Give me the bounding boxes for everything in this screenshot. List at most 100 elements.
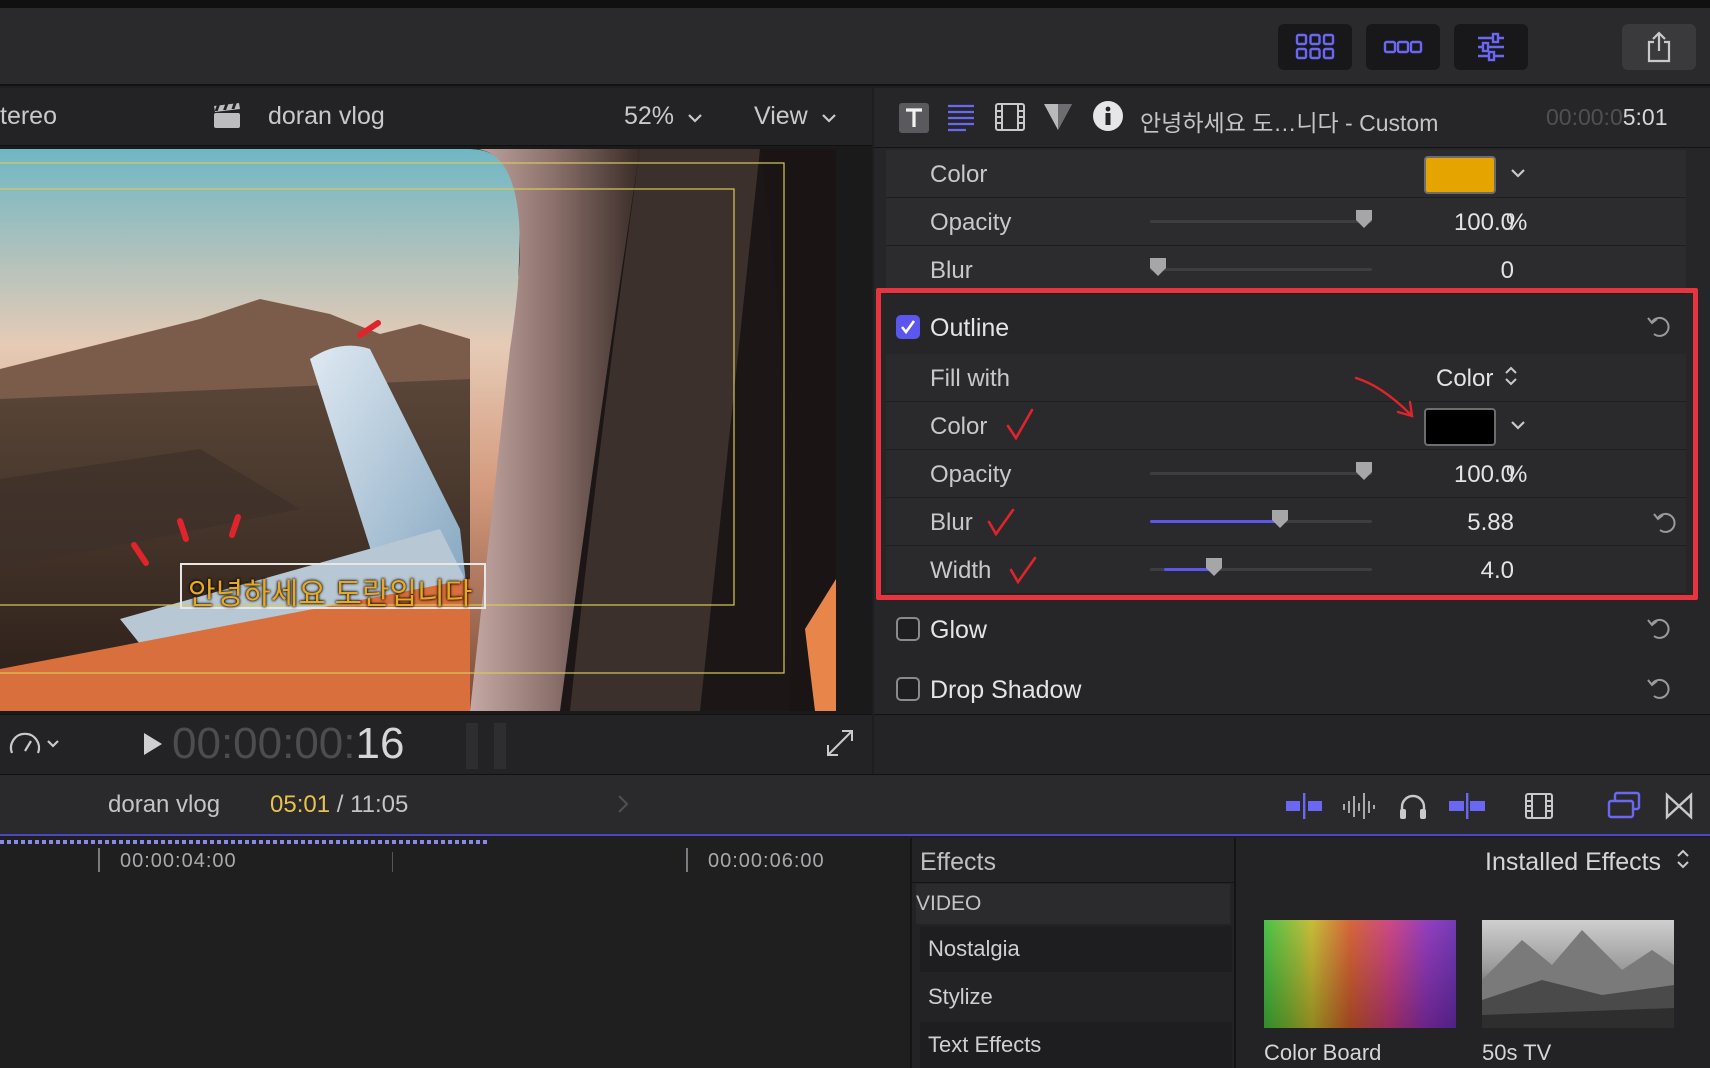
inspector-header: 안녕하세요 도…니다 - Custom 00:00:05:01 bbox=[874, 88, 1710, 148]
effects-item[interactable]: Nostalgia bbox=[920, 926, 1232, 972]
effects-category-header[interactable]: VIDEO bbox=[916, 884, 1230, 924]
toolbar bbox=[0, 8, 1710, 86]
effects-header: Effects bbox=[920, 848, 996, 876]
view-dropdown[interactable]: View bbox=[754, 102, 837, 131]
chevron-down-icon bbox=[1511, 169, 1525, 178]
face-opacity-value[interactable]: 100.0 bbox=[1434, 209, 1514, 237]
inspector-timecode: 00:00:05:01 bbox=[1546, 104, 1668, 131]
project-name: doran vlog bbox=[268, 102, 385, 130]
effects-sidebar: Effects VIDEO Nostalgia Stylize Text Eff… bbox=[910, 838, 1234, 1068]
info-icon bbox=[1093, 101, 1123, 131]
effects-item[interactable]: Text Effects bbox=[920, 1022, 1232, 1068]
video-frame[interactable]: 안녕하세요 도란입니다 bbox=[0, 149, 836, 711]
timecode-bright: 5:01 bbox=[1622, 104, 1668, 130]
face-blur-label: Blur bbox=[930, 257, 973, 284]
ruler-tick bbox=[392, 852, 393, 872]
subtitle-text: 안녕하세요 도란입니다 bbox=[188, 578, 473, 611]
timeline-duration: 11:05 bbox=[350, 791, 409, 818]
drop-shadow-checkbox[interactable] bbox=[896, 677, 920, 701]
effects-browser-icon bbox=[1607, 791, 1641, 819]
transitions-icon bbox=[1665, 792, 1693, 820]
timeline[interactable]: 00:00:04:00 00:00:06:00 bbox=[0, 838, 910, 1068]
fullscreen-button[interactable] bbox=[826, 729, 854, 762]
play-icon bbox=[144, 733, 162, 755]
snapping-icon bbox=[1449, 793, 1485, 819]
effect-thumbnail-label: 50s TV bbox=[1482, 1040, 1552, 1065]
glow-checkbox[interactable] bbox=[896, 617, 920, 641]
updown-chevron-icon bbox=[1677, 849, 1689, 869]
speed-dropdown[interactable] bbox=[8, 729, 62, 764]
divider bbox=[912, 882, 1234, 883]
text-icon bbox=[899, 103, 929, 133]
browser-toggle-button[interactable] bbox=[1278, 24, 1352, 70]
slider-knob-icon[interactable] bbox=[1148, 256, 1168, 278]
effects-source-label: Installed Effects bbox=[1485, 848, 1662, 876]
effect-thumbnail-50s-tv[interactable] bbox=[1482, 920, 1674, 1028]
speedometer-icon bbox=[9, 732, 59, 754]
timecode-frames: 16 bbox=[355, 719, 405, 768]
face-opacity-row: Opacity 100.0 % bbox=[886, 198, 1686, 246]
subtitle-box[interactable]: 안녕하세요 도란입니다 bbox=[180, 563, 486, 611]
ruler-tick bbox=[98, 848, 100, 872]
annotation-highlight-box bbox=[876, 288, 1698, 600]
thumbnail-shade bbox=[1264, 920, 1456, 1028]
headphones-icon bbox=[1400, 794, 1426, 819]
timecode-dim: 00:00:00: bbox=[172, 719, 356, 768]
film-icon bbox=[1525, 793, 1553, 819]
video-inspector-tab[interactable] bbox=[994, 102, 1026, 137]
face-color-menu[interactable] bbox=[1510, 166, 1526, 184]
slider-knob-icon[interactable] bbox=[1354, 208, 1374, 230]
text-inspector-tab[interactable] bbox=[898, 102, 930, 139]
chevron-right-icon bbox=[618, 795, 629, 813]
audio-meter-left bbox=[466, 723, 478, 769]
face-color-swatch[interactable] bbox=[1424, 156, 1496, 194]
glow-section-header: Glow bbox=[886, 602, 1686, 660]
expand-icon bbox=[827, 730, 853, 756]
effects-browser-button[interactable] bbox=[1604, 789, 1644, 823]
timeline-range-indicator bbox=[0, 840, 488, 844]
effects-source-dropdown[interactable]: Installed Effects bbox=[1485, 848, 1690, 877]
timeline-forward-button[interactable] bbox=[616, 793, 630, 820]
transitions-browser-button[interactable] bbox=[1660, 789, 1698, 823]
timeline-toggle-button[interactable] bbox=[1366, 24, 1440, 70]
face-blur-row: Blur 0 bbox=[886, 246, 1686, 294]
face-blur-value[interactable]: 0 bbox=[1434, 257, 1514, 285]
reset-icon[interactable] bbox=[1646, 676, 1672, 702]
menu-strip bbox=[0, 0, 1710, 8]
grid-icon bbox=[1295, 33, 1335, 60]
glow-label: Glow bbox=[930, 616, 987, 644]
zoom-dropdown[interactable]: 52% bbox=[624, 102, 703, 131]
play-button[interactable] bbox=[142, 731, 164, 762]
chevron-down-icon bbox=[821, 114, 836, 123]
video-image bbox=[0, 149, 836, 711]
share-button[interactable] bbox=[1622, 24, 1696, 70]
viewer-header: tereo doran vlog 52% View bbox=[0, 88, 872, 146]
snapping-button[interactable] bbox=[1446, 789, 1488, 823]
title-inspector-tab[interactable] bbox=[946, 102, 976, 137]
effects-grid: Installed Effects Color Board 50s TV bbox=[1234, 838, 1710, 1068]
sliders-icon bbox=[1478, 32, 1504, 62]
info-inspector-tab[interactable] bbox=[1092, 100, 1124, 137]
timeline-position: 05:01 / 11:05 bbox=[270, 791, 408, 819]
skimming-button[interactable] bbox=[1284, 789, 1324, 823]
effects-item[interactable]: Stylize bbox=[920, 974, 1232, 1020]
audio-meter-right bbox=[494, 723, 506, 769]
chevron-down-icon bbox=[688, 114, 702, 123]
timeline-icon bbox=[1383, 40, 1423, 54]
effect-thumbnail-color-board[interactable] bbox=[1264, 920, 1456, 1028]
lines-icon bbox=[948, 104, 974, 132]
film-icon bbox=[995, 103, 1025, 131]
solo-button[interactable] bbox=[1394, 789, 1432, 823]
share-icon bbox=[1647, 31, 1671, 63]
inspector-toggle-button[interactable] bbox=[1454, 24, 1528, 70]
inspector-footer bbox=[874, 714, 1710, 774]
viewer-controls: 00:00:00:16 bbox=[0, 714, 872, 774]
face-blur-slider[interactable] bbox=[1150, 268, 1372, 271]
color-inspector-tab[interactable] bbox=[1042, 102, 1074, 137]
audio-skimming-button[interactable] bbox=[1340, 789, 1380, 823]
timecode-dim: 00:00:0 bbox=[1546, 104, 1623, 130]
timeline-separator: / bbox=[330, 791, 351, 818]
reset-icon[interactable] bbox=[1646, 616, 1672, 642]
clip-appearance-button[interactable] bbox=[1520, 789, 1558, 823]
face-opacity-slider[interactable] bbox=[1150, 220, 1372, 223]
